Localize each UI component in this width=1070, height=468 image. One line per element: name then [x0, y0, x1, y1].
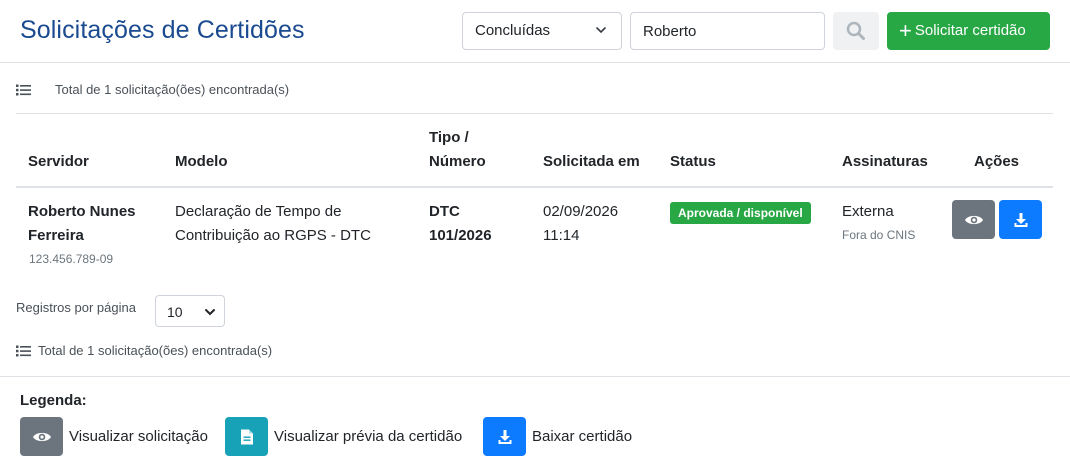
column-header-servidor: Servidor — [28, 153, 89, 170]
results-count-bottom: Total de 1 solicitação(ões) encontrada(s… — [38, 343, 273, 358]
column-header-tipo-line1: Tipo / — [429, 129, 469, 146]
column-header-modelo: Modelo — [175, 153, 228, 170]
modelo-line1: Declaração de Tempo de — [175, 203, 342, 220]
status-badge: Aprovada / disponível — [670, 202, 811, 224]
table-header-divider — [16, 186, 1053, 188]
view-request-button[interactable] — [952, 200, 995, 239]
list-icon — [16, 84, 31, 96]
column-header-solicitada: Solicitada em — [543, 153, 640, 170]
solicitada-time: 11:14 — [543, 227, 580, 244]
numero-value: 101/2026 — [429, 227, 492, 244]
assinatura-subtext: Fora do CNIS — [842, 228, 916, 242]
list-icon — [16, 345, 31, 357]
per-page-label: Registros por página — [16, 300, 136, 315]
per-page-value: 10 — [167, 304, 183, 320]
legend-download-icon-box — [483, 417, 526, 456]
page-title: Solicitações de Certidões — [20, 16, 305, 44]
request-certificate-label: Solicitar certidão — [914, 22, 1026, 39]
modelo-line2: Contribuição ao RGPS - DTC — [175, 227, 371, 244]
request-certificate-button[interactable]: + Solicitar certidão — [887, 12, 1050, 50]
modelo-cell: Declaração de Tempo de Contribuição ao R… — [175, 200, 371, 248]
solicitada-date: 02/09/2026 — [543, 203, 619, 220]
status-filter-value: Concluídas — [475, 22, 551, 39]
column-header-tipo-line2: Número — [429, 153, 486, 170]
status-filter-select[interactable]: Concluídas — [462, 12, 622, 50]
results-count-top: Total de 1 solicitação(ões) encontrada(s… — [55, 82, 290, 97]
download-icon — [498, 429, 511, 444]
legend-view-label: Visualizar solicitação — [69, 428, 208, 445]
download-icon — [1014, 212, 1027, 227]
eye-icon — [964, 215, 983, 224]
search-input[interactable] — [630, 12, 825, 50]
chevron-down-icon — [205, 309, 215, 316]
search-icon — [846, 21, 865, 40]
page-header: Solicitações de Certidões Concluídas +So… — [0, 0, 1070, 63]
legend-download-label: Baixar certidão — [532, 428, 633, 445]
column-header-assinaturas: Assinaturas — [842, 153, 928, 170]
per-page-select[interactable]: 10 — [155, 295, 225, 327]
solicitada-cell: 02/09/2026 11:14 — [543, 200, 618, 248]
chevron-down-icon — [596, 27, 606, 34]
column-header-status: Status — [670, 153, 716, 170]
tipo-value: DTC — [429, 203, 460, 220]
download-certificate-button[interactable] — [999, 200, 1042, 239]
search-button[interactable] — [833, 12, 879, 50]
servidor-cpf: 123.456.789-09 — [29, 252, 114, 266]
legend-view-icon-box — [20, 417, 63, 456]
column-header-acoes: Ações — [974, 153, 1020, 170]
servidor-name-line2: Ferreira — [28, 227, 84, 244]
column-header-tipo: Tipo / Número — [429, 126, 486, 174]
document-icon — [240, 429, 253, 444]
tipo-numero-cell: DTC 101/2026 — [429, 200, 492, 248]
legend-title: Legenda: — [20, 392, 87, 409]
servidor-cell: Roberto Nunes Ferreira — [28, 200, 136, 248]
legend-preview-label: Visualizar prévia da certidão — [274, 428, 463, 445]
assinatura-value: Externa — [842, 203, 894, 220]
servidor-name-line1: Roberto Nunes — [28, 203, 136, 220]
legend-preview-icon-box — [225, 417, 268, 456]
eye-icon — [32, 432, 51, 441]
table-divider — [16, 113, 1053, 114]
plus-icon: + — [899, 18, 912, 43]
legend-divider — [0, 376, 1070, 377]
